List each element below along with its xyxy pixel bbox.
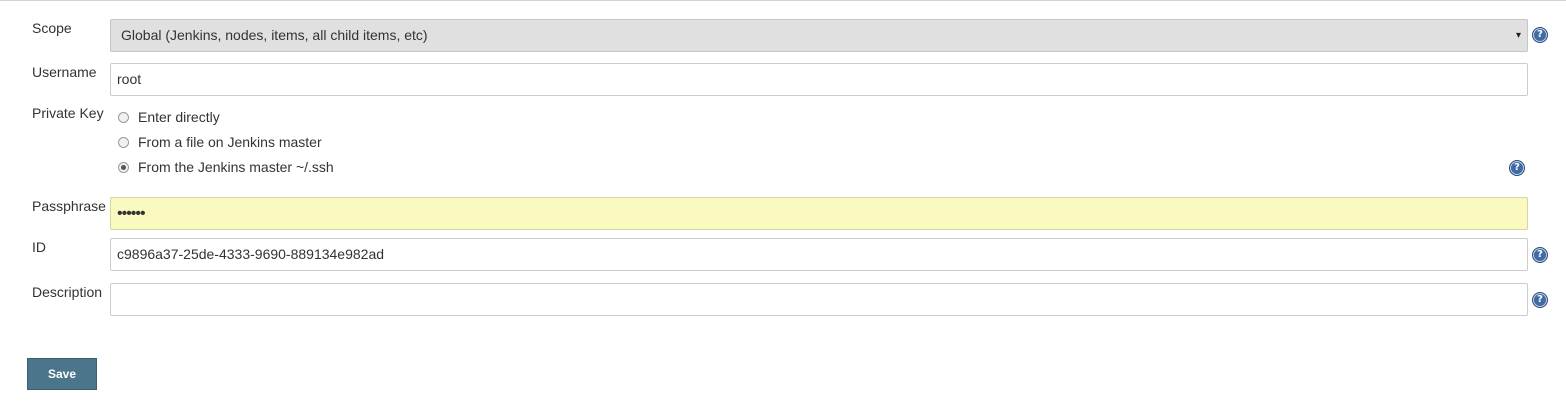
radio-button[interactable]	[118, 136, 129, 148]
save-button[interactable]: Save	[27, 358, 97, 390]
private-key-help-icon[interactable]: ?	[1509, 160, 1525, 176]
radio-option-from-file[interactable]: From a file on Jenkins master	[118, 133, 322, 151]
radio-label: Enter directly	[138, 109, 220, 125]
scope-selected-value: Global (Jenkins, nodes, items, all child…	[121, 27, 428, 43]
id-help-icon[interactable]: ?	[1532, 247, 1548, 263]
description-field[interactable]	[110, 283, 1528, 316]
top-divider	[0, 0, 1566, 1]
scope-select[interactable]: Global (Jenkins, nodes, items, all child…	[110, 19, 1528, 52]
chevron-down-icon: ▾	[1515, 30, 1521, 41]
scope-help-icon[interactable]: ?	[1532, 27, 1548, 43]
radio-label: From the Jenkins master ~/.ssh	[138, 159, 334, 175]
radio-button-checked[interactable]	[118, 161, 129, 173]
id-field[interactable]: c9896a37-25de-4333-9690-889134e982ad	[110, 238, 1528, 271]
description-label: Description	[32, 284, 103, 300]
id-label: ID	[32, 239, 46, 255]
radio-option-enter-directly[interactable]: Enter directly	[118, 108, 220, 126]
passphrase-label: Passphrase	[32, 198, 106, 214]
passphrase-field[interactable]: ••••••	[110, 197, 1528, 230]
description-help-icon[interactable]: ?	[1532, 292, 1548, 308]
scope-label: Scope	[32, 20, 72, 36]
radio-option-jenkins-master-ssh[interactable]: From the Jenkins master ~/.ssh	[118, 158, 334, 176]
username-label: Username	[32, 64, 97, 80]
username-field[interactable]: root	[110, 63, 1528, 96]
radio-button[interactable]	[118, 111, 129, 123]
radio-label: From a file on Jenkins master	[138, 134, 322, 150]
private-key-label: Private Key	[32, 105, 104, 121]
